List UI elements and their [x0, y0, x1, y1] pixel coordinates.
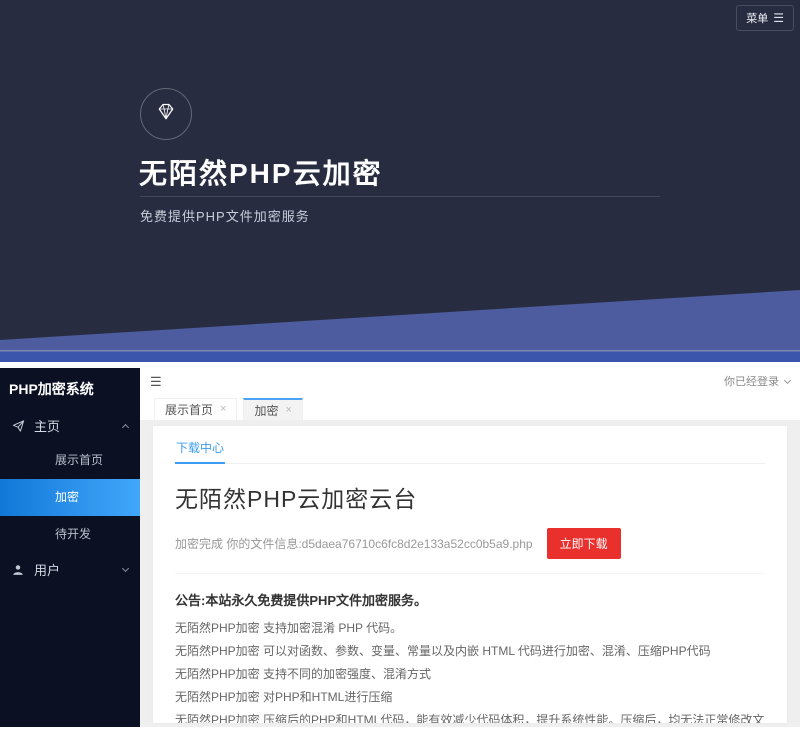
chevron-down-icon	[122, 565, 129, 572]
sidebar-item-encrypt[interactable]: 加密	[0, 479, 140, 516]
hero-subtitle: 免费提供PHP文件加密服务	[140, 206, 310, 225]
tab-bar: 展示首页 × 加密 ×	[140, 394, 800, 420]
login-status-dropdown[interactable]: 你已经登录	[724, 373, 790, 389]
tab-label: 加密	[254, 402, 278, 419]
feature-line: 无陌然PHP加密 压缩后的PHP和HTML代码，能有效减少代码体积，提升系统性能…	[175, 709, 765, 723]
feature-line: 无陌然PHP加密 对PHP和HTML进行压缩	[175, 686, 765, 709]
main-area: ☰ 你已经登录 展示首页 × 加密 × 下载中心 无陌然PHP云加密云台	[140, 368, 800, 727]
hero-title: 无陌然PHP云加密	[139, 152, 383, 192]
hero-menu-label: 菜单	[746, 10, 768, 26]
brand-logo-circle	[140, 88, 192, 140]
tab-encrypt[interactable]: 加密 ×	[243, 398, 302, 420]
hamburger-icon: ☰	[773, 11, 784, 25]
tab-download-center[interactable]: 下载中心	[175, 433, 225, 464]
send-icon	[11, 419, 25, 433]
sidebar-group-home[interactable]: 主页	[0, 409, 140, 442]
hero-banner: 菜单 ☰ 无陌然PHP云加密 免费提供PHP文件加密服务	[0, 0, 800, 362]
top-bar: ☰ 你已经登录	[140, 368, 800, 394]
page-title: 无陌然PHP云加密云台	[175, 480, 765, 514]
card-tab-header: 下载中心	[175, 426, 765, 464]
sidebar-group-label: 用户	[34, 560, 60, 579]
close-icon[interactable]: ×	[285, 405, 291, 416]
tab-showcase[interactable]: 展示首页 ×	[154, 398, 237, 420]
download-button[interactable]: 立即下载	[547, 528, 621, 559]
user-icon	[11, 563, 25, 577]
sidebar-title: PHP加密系统	[0, 368, 140, 409]
feature-line: 无陌然PHP加密 支持加密混淆 PHP 代码。	[175, 617, 765, 640]
collapse-sidebar-icon[interactable]: ☰	[150, 375, 162, 388]
file-info-row: 加密完成 你的文件信息: d5daea76710c6fc8d2e133a52cc…	[175, 524, 765, 574]
feature-list: 无陌然PHP加密 支持加密混淆 PHP 代码。 无陌然PHP加密 可以对函数、参…	[175, 617, 765, 723]
chevron-up-icon	[122, 423, 129, 430]
file-info-prefix: 加密完成 你的文件信息:	[175, 535, 302, 552]
file-name: d5daea76710c6fc8d2e133a52cc0b5a9.php	[302, 537, 533, 551]
sidebar-group-label: 主页	[34, 416, 60, 435]
hero-divider	[140, 196, 660, 197]
sidebar-item-showcase[interactable]: 展示首页	[0, 442, 140, 479]
admin-panel: PHP加密系统 主页 展示首页 加密 待开发 用户 ☰ 你已经登录	[0, 368, 800, 727]
announcement-title: 公告:本站永久免费提供PHP文件加密服务。	[175, 590, 765, 609]
sidebar: PHP加密系统 主页 展示首页 加密 待开发 用户	[0, 368, 140, 727]
login-status-text: 你已经登录	[724, 373, 779, 389]
content-area: 下载中心 无陌然PHP云加密云台 加密完成 你的文件信息: d5daea7671…	[140, 420, 800, 727]
hero-menu-button[interactable]: 菜单 ☰	[736, 5, 794, 31]
sidebar-item-todo[interactable]: 待开发	[0, 516, 140, 553]
download-card: 下载中心 无陌然PHP云加密云台 加密完成 你的文件信息: d5daea7671…	[153, 426, 787, 723]
diagonal-shape	[0, 290, 800, 362]
feature-line: 无陌然PHP加密 可以对函数、参数、变量、常量以及内嵌 HTML 代码进行加密、…	[175, 640, 765, 663]
close-icon[interactable]: ×	[220, 404, 226, 415]
sidebar-group-user[interactable]: 用户	[0, 553, 140, 586]
diamond-icon	[154, 102, 178, 127]
chevron-down-icon	[784, 376, 791, 383]
feature-line: 无陌然PHP加密 支持不同的加密强度、混淆方式	[175, 663, 765, 686]
tab-label: 展示首页	[165, 401, 213, 418]
